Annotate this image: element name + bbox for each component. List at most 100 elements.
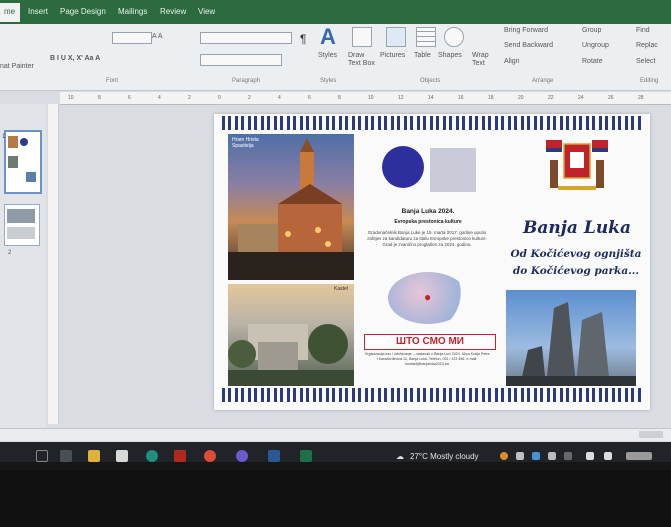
clock-area[interactable] (626, 452, 652, 460)
bottom-ornament-border (222, 388, 642, 402)
ruler-tick: 4 (158, 95, 161, 101)
shapes-icon[interactable] (444, 27, 464, 47)
tab-mailings[interactable]: Mailings (118, 7, 147, 16)
file-explorer-icon[interactable] (88, 450, 100, 462)
windows-taskbar: ☁ 27°C Mostly cloudy (0, 442, 671, 462)
kastel-illustration (228, 324, 354, 386)
group-label-styles: Styles (320, 78, 337, 84)
horizontal-ruler[interactable]: 10 8 6 4 2 0 2 4 6 8 10 12 14 16 18 20 2… (60, 92, 671, 105)
ruler-tick: 6 (128, 95, 131, 101)
edge-icon[interactable] (146, 450, 158, 462)
cathedral-photo[interactable]: Hram Hrista Spasitelja (228, 134, 354, 280)
send-backward-button[interactable]: Send Backward (504, 42, 553, 49)
group-label-editing: Editing (640, 78, 659, 84)
ruler-tick: 14 (428, 95, 434, 101)
styles-icon[interactable]: A (320, 24, 336, 50)
tab-view[interactable]: View (198, 7, 215, 16)
ribbon: A A nat Painter B I U X, X' Aa A ¶ A Sty… (0, 24, 671, 91)
shapes-button[interactable]: Shapes (438, 52, 462, 59)
kastel-photo[interactable]: Kastel (228, 284, 354, 386)
top-ornament-border (222, 116, 642, 130)
bring-forward-button[interactable]: Bring Forward (504, 27, 548, 34)
tab-review[interactable]: Review (160, 7, 186, 16)
page-thumbnail-1[interactable] (4, 130, 42, 194)
weather-widget[interactable]: 27°C Mostly cloudy (410, 452, 479, 461)
group-button[interactable]: Group (582, 27, 601, 34)
format-painter[interactable]: nat Painter (0, 63, 34, 70)
pictures-icon[interactable] (386, 27, 406, 47)
pictures-button[interactable]: Pictures (380, 52, 405, 59)
ruler-tick: 4 (278, 95, 281, 101)
ruler-tick: 18 (488, 95, 494, 101)
ruler-tick: 22 (548, 95, 554, 101)
alignment-buttons[interactable] (200, 54, 282, 66)
zoom-slider[interactable] (639, 431, 663, 438)
viber-icon[interactable] (236, 450, 248, 462)
table-icon[interactable] (416, 27, 436, 47)
right-subtitle: Od Kočićevog ognjišta do Kočićevog parka… (510, 248, 642, 277)
styles-button[interactable]: Styles (318, 52, 337, 59)
ruler-tick: 8 (98, 95, 101, 101)
ruler-tick: 16 (458, 95, 464, 101)
network-icon[interactable] (586, 452, 594, 460)
replace-button[interactable]: Replac (636, 42, 658, 49)
align-button[interactable]: Align (504, 58, 520, 65)
group-label-arrange: Arrange (532, 78, 554, 84)
font-format-buttons[interactable]: B I U X, X' Aa A (50, 55, 100, 62)
tray-icon[interactable] (500, 452, 508, 460)
pages-navigation-pane: 1 2 (0, 104, 46, 434)
monitor-screen: me Insert Page Design Mailings Review Vi… (0, 0, 671, 462)
monument-illustration (506, 302, 636, 386)
select-button[interactable]: Select (636, 58, 655, 65)
rotate-button[interactable]: Rotate (582, 58, 603, 65)
cathedral-caption: Hram Hrista Spasitelja (232, 137, 259, 149)
pilcrow-icon[interactable]: ¶ (300, 32, 306, 46)
tab-page-design[interactable]: Page Design (60, 7, 106, 16)
ruler-tick: 26 (608, 95, 614, 101)
monitor-bezel (0, 470, 671, 527)
monument-photo[interactable] (506, 290, 636, 386)
text-box-icon[interactable] (352, 27, 372, 47)
page-thumbnail-2[interactable] (4, 204, 40, 246)
draw-text-box-button[interactable]: Draw Text Box (348, 52, 378, 68)
ruler-tick: 2 (248, 95, 251, 101)
find-button[interactable]: Find (636, 27, 650, 34)
middle-title: Banja Luka 2024. (401, 208, 455, 215)
tray-icon[interactable] (548, 452, 556, 460)
font-name-box[interactable] (112, 32, 152, 44)
map-graphic[interactable]: ● (388, 272, 468, 324)
paragraph-list-buttons[interactable] (200, 32, 292, 44)
tray-icon[interactable] (516, 452, 524, 460)
store-icon[interactable] (116, 450, 128, 462)
grey-square-graphic[interactable] (430, 148, 476, 192)
coat-of-arms-graphic[interactable] (544, 140, 610, 196)
table-button[interactable]: Table (414, 52, 431, 59)
publisher-icon[interactable] (300, 450, 312, 462)
right-title: Banja Luka (523, 218, 631, 238)
middle-subtitle: Evropska prestonica kulture (394, 219, 462, 225)
weather-icon[interactable]: ☁ (396, 452, 404, 461)
ruler-tick: 20 (518, 95, 524, 101)
status-bar (0, 428, 671, 441)
word-icon[interactable] (268, 450, 280, 462)
middle-footer-text: Organizacija kao i održavanje – nastavak… (364, 352, 490, 366)
font-grow-shrink[interactable]: A A (152, 33, 163, 40)
blue-circle-graphic[interactable] (382, 146, 424, 188)
sto-smo-mi-banner[interactable]: ШТО СМО МИ (364, 334, 496, 350)
task-view-icon[interactable] (60, 450, 72, 462)
group-label-paragraph: Paragraph (232, 78, 261, 84)
vertical-ruler[interactable] (48, 104, 59, 424)
wrap-text-button[interactable]: Wrap Text (472, 52, 498, 68)
brochure-page[interactable]: Hram Hrista Spasitelja Kastel Banja Luka… (214, 114, 650, 410)
tray-icon[interactable] (532, 452, 540, 460)
app-icon[interactable] (174, 450, 186, 462)
ruler-tick: 28 (638, 95, 644, 101)
ungroup-button[interactable]: Ungroup (582, 42, 609, 49)
search-icon[interactable] (36, 450, 48, 462)
tab-home[interactable]: me (0, 3, 21, 22)
volume-icon[interactable] (604, 452, 612, 460)
page-number: 2 (8, 250, 12, 256)
tray-icon[interactable] (564, 452, 572, 460)
chrome-icon[interactable] (204, 450, 216, 462)
tab-insert[interactable]: Insert (28, 7, 48, 16)
